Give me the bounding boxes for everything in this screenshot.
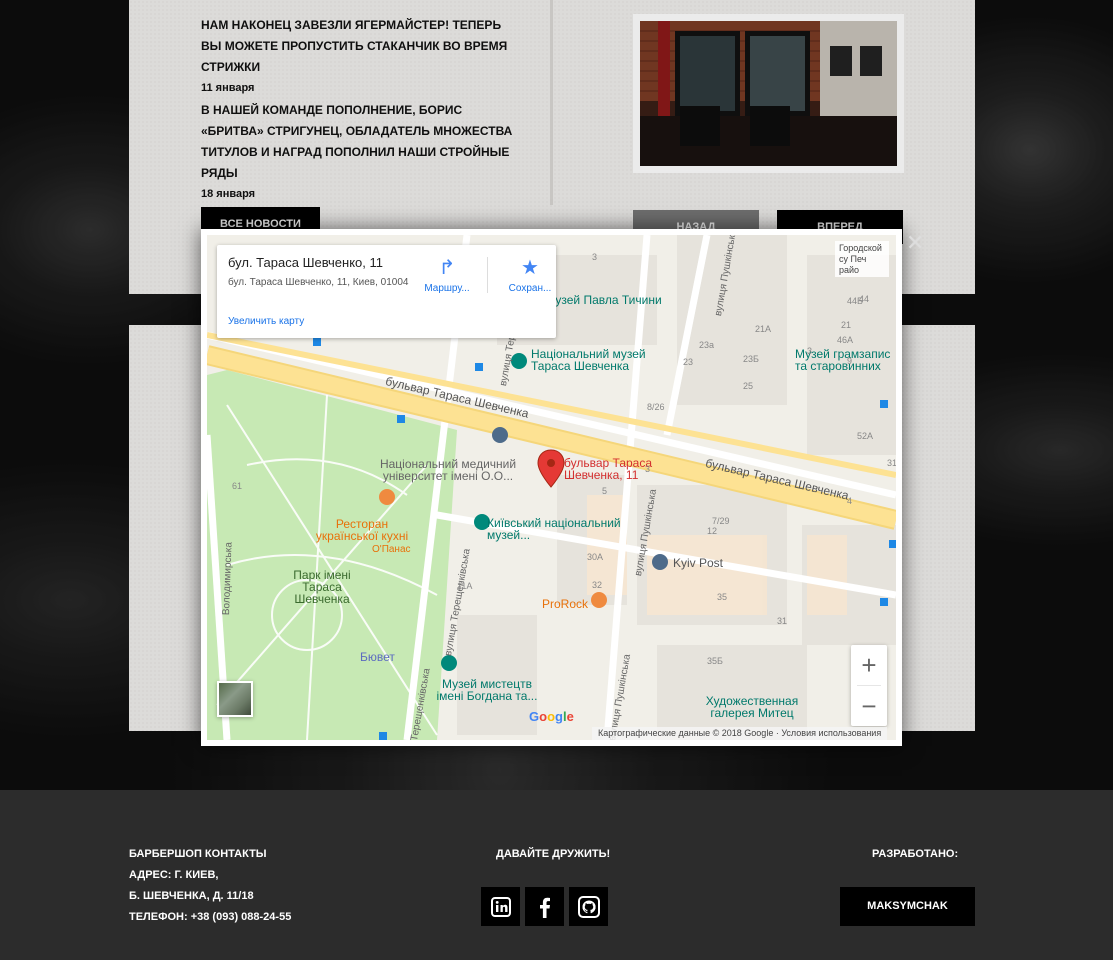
map-pin-label: бульвар Тараса Шевченка, 11: [564, 456, 653, 482]
linkedin-button[interactable]: [481, 887, 520, 926]
house-number-label: 46А: [837, 335, 854, 345]
linkedin-icon: [490, 896, 511, 917]
house-number-label: 3: [807, 346, 813, 356]
place-info-card: бул. Тараса Шевченко, 11 бул. Тараса Шев…: [217, 245, 556, 338]
zoom-control: + −: [851, 645, 887, 726]
house-number-label: 35: [717, 592, 728, 602]
map-label: Київський національний музей...: [487, 516, 621, 542]
satellite-toggle[interactable]: [217, 681, 253, 717]
google-map[interactable]: музей Павла Тичини Національний музей Та…: [207, 235, 896, 740]
map-label: музей Павла Тичини: [547, 293, 662, 307]
fullscreen-text: Городской су Печ райо: [839, 243, 882, 275]
house-number-label: 11А: [457, 581, 473, 591]
save-label: Сохран...: [508, 283, 552, 294]
house-number-label: 23а: [699, 340, 715, 350]
map-label: Бювет: [360, 650, 395, 664]
house-number-label: 44Б: [847, 296, 863, 306]
place-title: бул. Тараса Шевченко, 11: [228, 255, 384, 270]
route-button[interactable]: ↱ Маршру...: [412, 257, 482, 294]
map-label: Національний медичний університет імені …: [379, 457, 517, 483]
house-number-label: 52А: [857, 431, 874, 441]
house-number-label: 3: [592, 252, 598, 262]
map-label: Володимирська: [221, 541, 235, 616]
zoom-out-button[interactable]: −: [851, 686, 887, 726]
map-label: Парк імені Тараса Шевченка: [293, 568, 351, 606]
directions-icon: ↱: [438, 257, 456, 279]
house-number-label: 21: [841, 320, 852, 330]
zoom-in-button[interactable]: +: [851, 645, 887, 685]
map-label: Музей мистецтв імені Богдана та...: [436, 677, 538, 703]
save-place-button[interactable]: ★ Сохран...: [495, 257, 565, 294]
enlarge-map-link[interactable]: Увеличить карту: [228, 316, 304, 327]
house-number-label: 5: [602, 486, 608, 496]
house-number-label: 30А: [587, 552, 604, 562]
contacts-heading: БАРБЕРШОП КОНТАКТЫ: [129, 848, 267, 860]
house-number-label: 61: [232, 481, 243, 491]
house-number-label: 25: [743, 381, 754, 391]
contacts-phone[interactable]: ТЕЛЕФОН: +38 (093) 088-24-55: [129, 907, 291, 928]
card-divider: [487, 257, 488, 293]
map-label: ProRock: [542, 597, 589, 611]
house-number-label: 31: [777, 616, 788, 626]
house-number-label: 35Б: [707, 656, 723, 666]
developer-button[interactable]: MAKSYMCHAK: [840, 887, 975, 926]
close-modal-button[interactable]: ✕: [906, 232, 924, 254]
house-number-label: 4: [847, 496, 853, 506]
developed-heading: РАЗРАБОТАНО:: [872, 848, 959, 860]
social-heading: ДАВАЙТЕ ДРУЖИТЬ!: [496, 848, 611, 860]
house-number-label: 32: [592, 580, 603, 590]
house-number-label: 3: [645, 464, 651, 474]
facebook-icon: [539, 897, 550, 918]
github-button[interactable]: [569, 887, 608, 926]
map-label: О'Панас: [372, 544, 411, 555]
fullscreen-area[interactable]: Городской су Печ райо: [835, 241, 889, 277]
house-number-label: 31: [887, 458, 896, 468]
route-label: Маршру...: [424, 283, 470, 294]
house-number-label: 23: [683, 357, 694, 367]
map-label: Ресторан української кухні: [315, 517, 409, 543]
map-label: Kyiv Post: [673, 556, 724, 570]
facebook-button[interactable]: [525, 887, 564, 926]
map-label: Художественная галерея Митец: [705, 694, 799, 720]
map-label: Національний музей Тараса Шевченка: [531, 347, 646, 373]
house-number-label: 8/26: [647, 402, 665, 412]
contacts-address-line2: Б. ШЕВЧЕНКА, Д. 11/18: [129, 890, 254, 902]
house-number-label: 21А: [755, 324, 772, 334]
house-number-label: 23Б: [743, 354, 759, 364]
map-modal: музей Павла Тичини Національний музей Та…: [201, 229, 902, 746]
star-icon: ★: [521, 257, 539, 279]
place-address: бул. Тараса Шевченко, 11, Киев, 01004: [228, 277, 409, 288]
contacts-block: БАРБЕРШОП КОНТАКТЫ АДРЕС: Г. КИЕВ, Б. ШЕ…: [129, 844, 291, 928]
google-logo: Google: [529, 709, 574, 724]
house-number-label: 7/29: [712, 516, 730, 526]
house-number-label: 9: [847, 356, 853, 366]
map-attribution[interactable]: Картографические данные © 2018 Google · …: [592, 727, 888, 740]
github-icon: [577, 895, 600, 918]
contacts-address-line1: АДРЕС: Г. КИЕВ,: [129, 869, 219, 881]
